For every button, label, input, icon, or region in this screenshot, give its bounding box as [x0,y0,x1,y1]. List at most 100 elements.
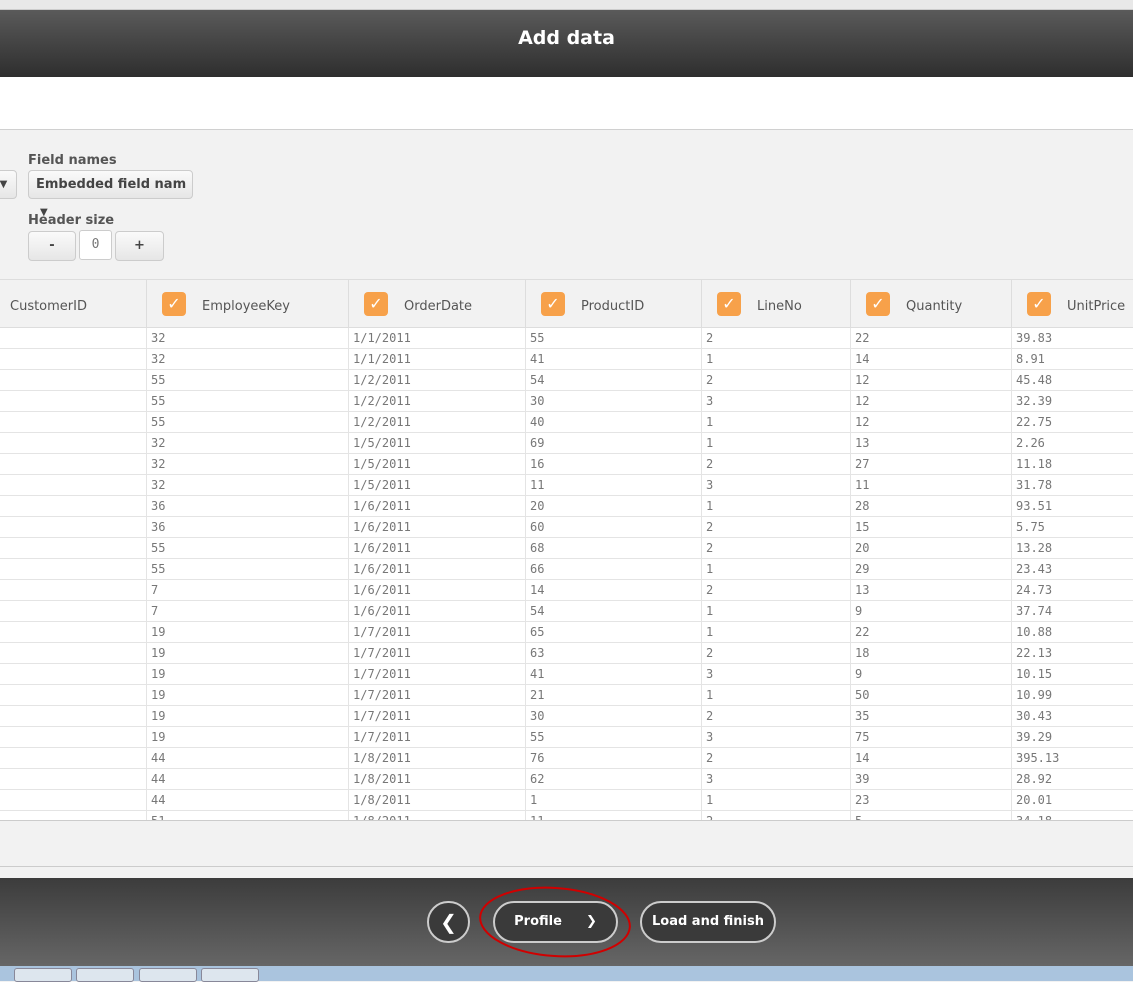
table-cell [0,748,146,769]
column-header[interactable]: ✓ LineNo [701,280,850,328]
table-cell: 14 [850,349,1011,370]
table-cell: 2.26 [1011,433,1133,454]
table-cell: 1/6/2011 [348,559,525,580]
taskbar-item[interactable] [76,968,134,982]
header-size-decrease-button[interactable]: - [28,231,76,261]
field-names-label: Field names [28,153,117,168]
table-header-row: CustomerID ✓ EmployeeKey ✓ OrderDate ✓ Product… [0,280,1133,328]
column-header[interactable]: ✓ UnitPrice [1011,280,1133,328]
table-cell: 3 [701,391,850,412]
column-checkbox[interactable]: ✓ [717,292,741,316]
table-cell: 27 [850,454,1011,475]
table-row: 36 1/6/2011 60 2 15 5.75 [0,517,1133,538]
table-cell: 55 [525,727,701,748]
table-cell: 65 [525,622,701,643]
table-cell: 32 [146,475,348,496]
column-header[interactable]: CustomerID [0,280,146,328]
table-cell [0,580,146,601]
back-button[interactable]: ❮ [427,901,470,943]
top-panel [0,77,1133,130]
table-cell: 2 [701,706,850,727]
table-cell: 19 [146,727,348,748]
table-row: 36 1/6/2011 20 1 28 93.51 [0,496,1133,517]
table-cell: 3 [701,664,850,685]
table-row: 32 1/5/2011 16 2 27 11.18 [0,454,1133,475]
table-cell: 9 [850,601,1011,622]
red-annotation-circle [479,886,631,958]
column-header[interactable]: ✓ ProductID [525,280,701,328]
table-cell [0,706,146,727]
table-cell: 39.83 [1011,328,1133,349]
table-cell: 1/7/2011 [348,664,525,685]
table-row: 55 1/6/2011 68 2 20 13.28 [0,538,1133,559]
column-header[interactable]: ✓ OrderDate [348,280,525,328]
table-cell: 1/6/2011 [348,517,525,538]
header-size-label: Header size [28,213,115,228]
table-cell: 54 [525,370,701,391]
table-cell: 28 [850,496,1011,517]
table-row: 44 1/8/2011 1 1 23 20.01 [0,790,1133,811]
table-cell: 1 [701,349,850,370]
table-cell: 2 [701,370,850,391]
column-name: OrderDate [404,299,473,314]
table-row: 55 1/2/2011 30 3 12 32.39 [0,391,1133,412]
table-cell: 55 [146,370,348,391]
column-checkbox[interactable]: ✓ [1027,292,1051,316]
table-cell: 11.18 [1011,454,1133,475]
table-cell: 11 [525,811,701,820]
taskbar-item[interactable] [139,968,197,982]
table-cell: 30 [525,706,701,727]
table-cell [0,559,146,580]
chevron-left-icon: ❮ [440,910,457,934]
column-checkbox[interactable]: ✓ [162,292,186,316]
table-cell: 1/7/2011 [348,622,525,643]
table-cell: 55 [525,328,701,349]
taskbar-item[interactable] [14,968,72,982]
table-cell: 29 [850,559,1011,580]
table-cell: 22.13 [1011,643,1133,664]
table-cell: 55 [146,391,348,412]
table-cell: 44 [146,790,348,811]
table-cell: 31.78 [1011,475,1133,496]
taskbar-item[interactable] [201,968,259,982]
column-checkbox[interactable]: ✓ [364,292,388,316]
table-cell: 1 [701,559,850,580]
table-cell: 63 [525,643,701,664]
previous-dropdown[interactable]: ▼ [0,170,17,199]
table-row: 32 1/1/2011 41 1 14 8.91 [0,349,1133,370]
table-cell: 2 [701,580,850,601]
table-row: 32 1/5/2011 11 3 11 31.78 [0,475,1133,496]
table-cell: 50 [850,685,1011,706]
table-cell [0,769,146,790]
column-header[interactable]: ✓ Quantity [850,280,1011,328]
table-cell: 32 [146,454,348,475]
table-cell: 1 [701,433,850,454]
table-cell: 14 [525,580,701,601]
table-cell [0,727,146,748]
column-header[interactable]: ✓ EmployeeKey [146,280,348,328]
table-cell: 1/8/2011 [348,748,525,769]
column-checkbox[interactable]: ✓ [541,292,565,316]
table-row: 55 1/2/2011 54 2 12 45.48 [0,370,1133,391]
load-and-finish-button[interactable]: Load and finish [640,901,776,943]
field-names-dropdown[interactable]: Embedded field nam ▼ [28,170,193,218]
table-cell: 20 [525,496,701,517]
table-cell [0,601,146,622]
table-cell: 19 [146,664,348,685]
table-cell: 11 [850,475,1011,496]
table-cell: 1/5/2011 [348,454,525,475]
table-cell [0,664,146,685]
header-size-input[interactable]: 0 [79,230,112,260]
header-size-increase-button[interactable]: + [115,231,164,261]
table-cell: 36 [146,496,348,517]
table-cell: 14 [850,748,1011,769]
table-cell: 23.43 [1011,559,1133,580]
table-cell: 8.91 [1011,349,1133,370]
table-cell: 12 [850,412,1011,433]
table-cell [0,496,146,517]
table-cell: 1/2/2011 [348,391,525,412]
column-checkbox[interactable]: ✓ [866,292,890,316]
table-cell: 22.75 [1011,412,1133,433]
table-cell: 54 [525,601,701,622]
table-cell: 2 [701,643,850,664]
